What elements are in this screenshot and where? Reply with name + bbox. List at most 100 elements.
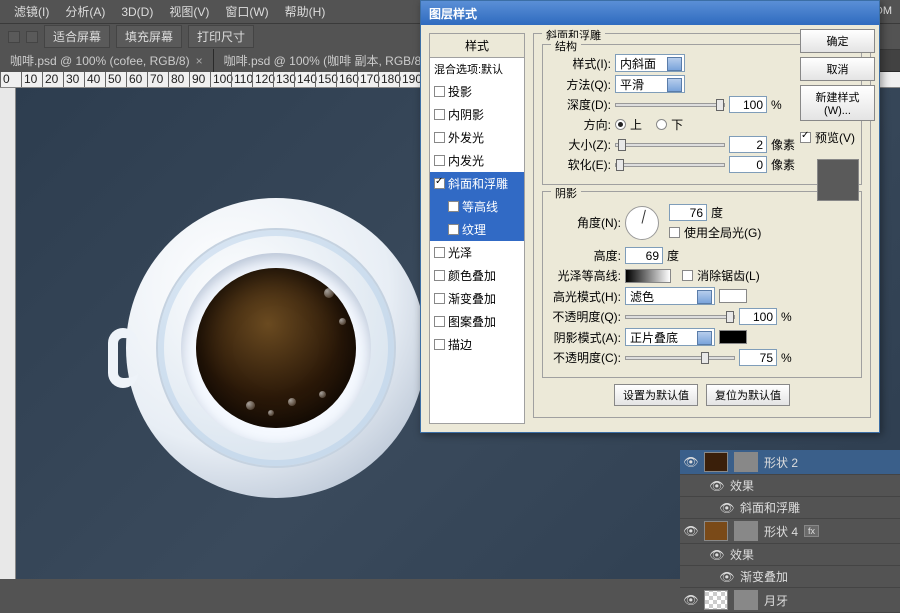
style-checkbox[interactable] bbox=[434, 339, 445, 350]
direction-up-radio[interactable] bbox=[615, 119, 626, 130]
style-checkbox[interactable] bbox=[434, 155, 445, 166]
method-label: 方法(Q): bbox=[551, 76, 611, 93]
method-dropdown[interactable]: 平滑 bbox=[615, 75, 685, 93]
style-checkbox[interactable] bbox=[434, 293, 445, 304]
style-dropdown[interactable]: 内斜面 bbox=[615, 54, 685, 72]
menu-view[interactable]: 视图(V) bbox=[163, 1, 215, 22]
angle-dial[interactable] bbox=[625, 206, 659, 240]
style-checkbox[interactable] bbox=[434, 86, 445, 97]
set-default-button[interactable]: 设置为默认值 bbox=[614, 384, 698, 406]
style-checkbox[interactable] bbox=[434, 247, 445, 258]
document-tab[interactable]: 咖啡.psd @ 100% (cofee, RGB/8)× bbox=[0, 49, 214, 72]
bubble bbox=[339, 318, 346, 325]
shadow-opacity-slider[interactable] bbox=[625, 356, 735, 360]
style-checkbox[interactable] bbox=[434, 178, 445, 189]
style-item-label: 投影 bbox=[448, 83, 472, 100]
reset-default-button[interactable]: 复位为默认值 bbox=[706, 384, 790, 406]
direction-label: 方向: bbox=[551, 116, 611, 133]
size-input[interactable] bbox=[729, 136, 767, 153]
gloss-contour-picker[interactable] bbox=[625, 269, 671, 283]
shadow-opacity-input[interactable] bbox=[739, 349, 777, 366]
menu-3d[interactable]: 3D(D) bbox=[115, 3, 159, 21]
shadow-color-swatch[interactable] bbox=[719, 330, 747, 344]
close-icon[interactable]: × bbox=[196, 54, 203, 68]
menu-analysis[interactable]: 分析(A) bbox=[59, 1, 111, 22]
shadow-opacity-label: 不透明度(C): bbox=[551, 349, 621, 366]
visibility-icon[interactable]: 👁 bbox=[684, 455, 698, 469]
zoom-tool-icon[interactable] bbox=[8, 31, 20, 43]
dialog-titlebar[interactable]: 图层样式 bbox=[421, 1, 879, 25]
new-style-button[interactable]: 新建样式(W)... bbox=[800, 85, 875, 121]
style-item[interactable]: 渐变叠加 bbox=[430, 287, 524, 310]
layer-thumb bbox=[704, 590, 728, 610]
visibility-icon[interactable]: 👁 bbox=[710, 548, 724, 562]
style-checkbox[interactable] bbox=[434, 132, 445, 143]
direction-down-radio[interactable] bbox=[656, 119, 667, 130]
style-item[interactable]: 纹理 bbox=[430, 218, 524, 241]
style-checkbox[interactable] bbox=[448, 201, 459, 212]
altitude-input[interactable] bbox=[625, 247, 663, 264]
style-item[interactable]: 投影 bbox=[430, 80, 524, 103]
angle-label: 角度(N): bbox=[551, 214, 621, 231]
tool-preset-dropdown[interactable] bbox=[26, 31, 38, 43]
visibility-icon[interactable]: 👁 bbox=[684, 593, 698, 607]
menu-help[interactable]: 帮助(H) bbox=[279, 1, 332, 22]
highlight-opacity-slider[interactable] bbox=[625, 315, 735, 319]
layer-effects-row[interactable]: 👁效果 bbox=[680, 475, 900, 497]
soften-input[interactable] bbox=[729, 156, 767, 173]
style-item[interactable]: 内发光 bbox=[430, 149, 524, 172]
style-checkbox[interactable] bbox=[434, 109, 445, 120]
size-slider[interactable] bbox=[615, 143, 725, 147]
document-tab[interactable]: 咖啡.psd @ 100% (咖啡 副本, RGB/8)× bbox=[214, 49, 450, 72]
layer-name: 形状 2 bbox=[764, 454, 798, 471]
soften-slider[interactable] bbox=[615, 163, 725, 167]
layer-row[interactable]: 👁 形状 4 fx bbox=[680, 519, 900, 544]
visibility-icon[interactable]: 👁 bbox=[720, 501, 734, 515]
visibility-icon[interactable]: 👁 bbox=[684, 524, 698, 538]
fill-screen-button[interactable]: 填充屏幕 bbox=[116, 25, 182, 48]
style-item-label: 纹理 bbox=[462, 221, 486, 238]
styles-header[interactable]: 样式 bbox=[430, 34, 524, 58]
menu-window[interactable]: 窗口(W) bbox=[219, 1, 274, 22]
cancel-button[interactable]: 取消 bbox=[800, 57, 875, 81]
effects-label: 效果 bbox=[730, 546, 754, 563]
blending-options-item[interactable]: 混合选项:默认 bbox=[430, 58, 524, 80]
menu-filter[interactable]: 滤镜(I) bbox=[8, 1, 55, 22]
visibility-icon[interactable]: 👁 bbox=[720, 570, 734, 584]
shadow-mode-dropdown[interactable]: 正片叠底 bbox=[625, 328, 715, 346]
style-checkbox[interactable] bbox=[434, 270, 445, 281]
depth-input[interactable] bbox=[729, 96, 767, 113]
dialog-buttons: 确定 取消 新建样式(W)... 预览(V) bbox=[800, 29, 875, 207]
highlight-mode-dropdown[interactable]: 滤色 bbox=[625, 287, 715, 305]
style-item[interactable]: 描边 bbox=[430, 333, 524, 356]
layer-row[interactable]: 👁月牙 bbox=[680, 588, 900, 613]
layer-effect-item[interactable]: 👁斜面和浮雕 bbox=[680, 497, 900, 519]
preview-checkbox[interactable] bbox=[800, 132, 811, 143]
layer-effects-row[interactable]: 👁 效果 bbox=[680, 544, 900, 566]
angle-input[interactable] bbox=[669, 204, 707, 221]
highlight-opacity-input[interactable] bbox=[739, 308, 777, 325]
layer-name: 形状 4 bbox=[764, 523, 798, 540]
ok-button[interactable]: 确定 bbox=[800, 29, 875, 53]
shading-legend: 阴影 bbox=[551, 185, 581, 201]
style-checkbox[interactable] bbox=[434, 316, 445, 327]
layer-style-dialog: 图层样式 样式 混合选项:默认 投影内阴影外发光内发光斜面和浮雕等高线纹理光泽颜… bbox=[420, 0, 880, 433]
style-item[interactable]: 图案叠加 bbox=[430, 310, 524, 333]
style-item[interactable]: 外发光 bbox=[430, 126, 524, 149]
style-item[interactable]: 内阴影 bbox=[430, 103, 524, 126]
fx-badge[interactable]: fx bbox=[804, 525, 819, 537]
antialias-checkbox[interactable] bbox=[682, 270, 693, 281]
style-item[interactable]: 等高线 bbox=[430, 195, 524, 218]
print-size-button[interactable]: 打印尺寸 bbox=[188, 25, 254, 48]
fit-screen-button[interactable]: 适合屏幕 bbox=[44, 25, 110, 48]
style-item[interactable]: 光泽 bbox=[430, 241, 524, 264]
highlight-color-swatch[interactable] bbox=[719, 289, 747, 303]
layer-effect-item[interactable]: 👁渐变叠加 bbox=[680, 566, 900, 588]
global-light-checkbox[interactable] bbox=[669, 227, 680, 238]
style-item[interactable]: 斜面和浮雕 bbox=[430, 172, 524, 195]
layer-row[interactable]: 👁 形状 2 bbox=[680, 450, 900, 475]
visibility-icon[interactable]: 👁 bbox=[710, 479, 724, 493]
style-item[interactable]: 颜色叠加 bbox=[430, 264, 524, 287]
depth-slider[interactable] bbox=[615, 103, 725, 107]
style-checkbox[interactable] bbox=[448, 224, 459, 235]
